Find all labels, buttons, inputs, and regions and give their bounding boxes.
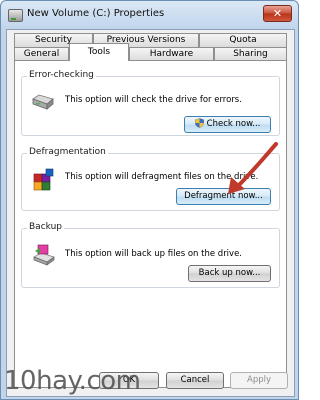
check-now-label: Check now... bbox=[206, 119, 261, 129]
tab-sharing[interactable]: Sharing bbox=[214, 47, 287, 61]
window-title: New Volume (C:) Properties bbox=[27, 8, 165, 19]
error-checking-group: Error-checking This option will check th… bbox=[21, 70, 280, 136]
tab-quota[interactable]: Quota bbox=[199, 33, 287, 47]
tools-tab-panel: Error-checking This option will check th… bbox=[14, 60, 287, 388]
backup-description: This option will back up files on the dr… bbox=[65, 249, 243, 259]
check-now-button[interactable]: Check now... bbox=[184, 116, 271, 133]
error-checking-description: This option will check the drive for err… bbox=[65, 95, 242, 105]
cancel-button[interactable]: Cancel bbox=[166, 372, 224, 389]
title-bar[interactable]: New Volume (C:) Properties ✕ bbox=[1, 1, 298, 29]
back-up-now-button[interactable]: Back up now... bbox=[188, 265, 271, 282]
tab-general[interactable]: General bbox=[14, 47, 69, 61]
tab-tools[interactable]: Tools bbox=[69, 43, 129, 61]
tab-hardware[interactable]: Hardware bbox=[129, 47, 214, 61]
properties-window: New Volume (C:) Properties ✕ Security Pr… bbox=[0, 0, 299, 400]
apply-button[interactable]: Apply bbox=[230, 372, 288, 389]
defragment-now-button[interactable]: Defragment now... bbox=[176, 188, 271, 205]
watermark-text: 10hay.com bbox=[4, 366, 141, 396]
defragmentation-group: Defragmentation This option will defragm… bbox=[21, 147, 280, 211]
hard-drive-icon bbox=[32, 94, 54, 110]
defragmentation-description: This option will defragment files on the… bbox=[65, 172, 259, 182]
backup-title: Backup bbox=[27, 222, 64, 232]
error-checking-title: Error-checking bbox=[27, 70, 96, 80]
defragmentation-title: Defragmentation bbox=[27, 147, 108, 157]
dialog-client-area: Security Previous Versions Quota General… bbox=[6, 29, 295, 397]
defrag-icon bbox=[33, 168, 54, 191]
drive-icon bbox=[8, 9, 23, 22]
backup-group: Backup This option will back up files on… bbox=[21, 222, 280, 288]
backup-icon bbox=[33, 244, 55, 266]
uac-shield-icon bbox=[194, 118, 204, 128]
close-button[interactable]: ✕ bbox=[263, 5, 292, 22]
